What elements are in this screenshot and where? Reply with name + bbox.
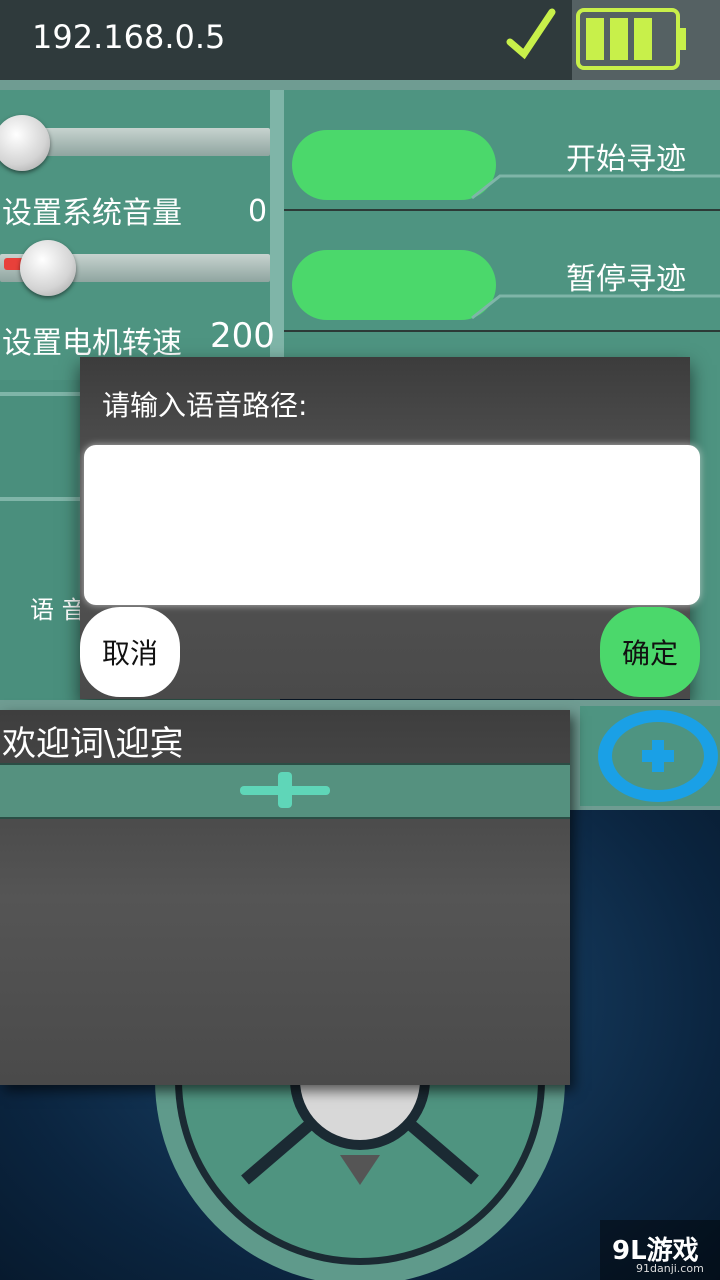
confirm-button[interactable]: 确定 bbox=[600, 607, 700, 697]
battery-icon bbox=[576, 8, 686, 70]
volume-label: 设置系统音量 bbox=[2, 196, 182, 231]
start-tracking-label: 开始寻迹 bbox=[566, 142, 686, 177]
checkmark-icon bbox=[506, 8, 556, 60]
battery-container bbox=[572, 0, 720, 80]
voice-label: 语 音 bbox=[30, 596, 86, 624]
row-divider bbox=[0, 497, 80, 501]
welcome-title: 欢迎词\迎宾 bbox=[2, 724, 184, 764]
start-tracking-toggle[interactable] bbox=[292, 130, 496, 200]
cancel-button[interactable]: 取消 bbox=[80, 607, 180, 697]
voice-path-input[interactable] bbox=[84, 445, 700, 605]
row-divider bbox=[284, 209, 720, 211]
pause-tracking-toggle[interactable] bbox=[292, 250, 496, 320]
motor-value: 200 bbox=[210, 316, 275, 356]
plus-icon[interactable] bbox=[240, 770, 330, 810]
watermark-url: 91danji.com bbox=[636, 1262, 704, 1275]
row-divider bbox=[284, 330, 720, 332]
dialog-title: 请输入语音路径: bbox=[102, 389, 308, 422]
volume-value: 0 bbox=[248, 194, 268, 229]
top-divider bbox=[0, 80, 720, 90]
motor-slider-knob[interactable] bbox=[20, 240, 76, 296]
motor-label: 设置电机转速 bbox=[2, 326, 182, 361]
plus-circle-icon[interactable] bbox=[598, 706, 720, 806]
ip-address: 192.168.0.5 bbox=[32, 18, 226, 56]
pause-tracking-label: 暂停寻迹 bbox=[566, 262, 686, 297]
row-divider bbox=[0, 392, 80, 396]
